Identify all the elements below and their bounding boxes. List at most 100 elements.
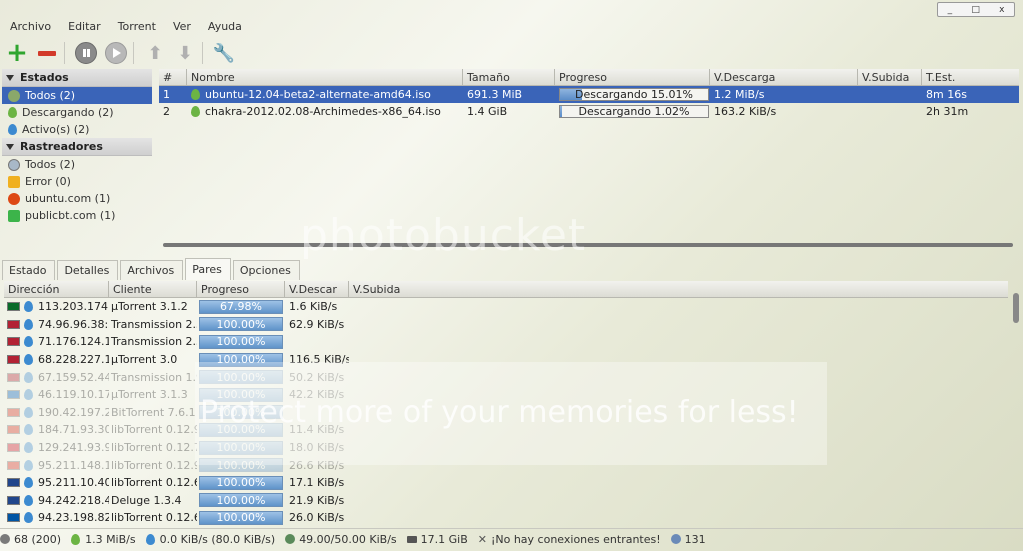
peer-client: libTorrent 0.12.9 bbox=[111, 423, 197, 437]
sidebar: Estados Todos (2) Descargando (2) Activo… bbox=[2, 69, 152, 255]
connections-icon bbox=[0, 534, 10, 544]
add-torrent-button[interactable]: + bbox=[4, 40, 30, 66]
states-header[interactable]: Estados bbox=[2, 69, 152, 87]
menu-ayuda[interactable]: Ayuda bbox=[198, 20, 249, 33]
peer-icon bbox=[24, 371, 33, 383]
torrent-table-hscrollbar[interactable] bbox=[163, 243, 1013, 247]
peer-icon bbox=[24, 301, 33, 313]
status-connections[interactable]: 68 (200) bbox=[0, 533, 61, 546]
peer-address-cell: 129.241.93.92 bbox=[4, 441, 109, 454]
tracker-item-todos[interactable]: Todos (2) bbox=[2, 156, 152, 173]
plus-icon: + bbox=[6, 38, 28, 68]
torrent-size: 1.4 GiB bbox=[467, 105, 508, 118]
status-nodes: 131 bbox=[670, 533, 706, 546]
torrent-row[interactable]: 2 chakra-2012.02.08-Archimedes-x86_64.is… bbox=[159, 103, 1019, 120]
status-download[interactable]: 1.3 MiB/s bbox=[71, 533, 136, 546]
peer-row[interactable]: 74.96.96.38:5 Transmission 2.3 100.00% 62.9… bbox=[4, 316, 1008, 334]
tab-pares[interactable]: Pares bbox=[185, 258, 231, 280]
peer-row[interactable]: 71.176.124.16Transmission 2.3 100.00% bbox=[4, 333, 1008, 351]
peer-address-cell: 71.176.124.16 bbox=[4, 335, 109, 348]
col-client[interactable]: Cliente bbox=[109, 281, 197, 297]
torrent-down-speed: 163.2 KiB/s bbox=[714, 105, 777, 118]
peer-client: µTorrent 3.1.2 bbox=[111, 300, 188, 314]
col-eta[interactable]: T.Est. bbox=[922, 69, 1019, 85]
torrent-name: chakra-2012.02.08-Archimedes-x86_64.iso bbox=[205, 105, 441, 118]
peer-row[interactable]: 113.203.174.1µTorrent 3.1.2 67.98% 1.6 KiB… bbox=[4, 298, 1008, 316]
pause-button[interactable] bbox=[73, 40, 99, 66]
preferences-button[interactable]: 🔧 bbox=[211, 40, 237, 66]
peer-address: 129.241.93.92 bbox=[38, 441, 109, 455]
torrent-eta: 8m 16s bbox=[926, 88, 967, 101]
peer-client: BitTorrent 7.6.1 bbox=[111, 405, 196, 419]
dht-nodes-icon bbox=[670, 534, 681, 544]
sidebar-item-activos[interactable]: Activo(s) (2) bbox=[2, 121, 152, 138]
col-peer-progress[interactable]: Progreso bbox=[197, 281, 285, 297]
resume-button[interactable] bbox=[103, 40, 129, 66]
peer-address: 184.71.93.30: bbox=[38, 423, 109, 437]
trackers-header[interactable]: Rastreadores bbox=[2, 138, 152, 156]
peer-icon bbox=[24, 512, 33, 524]
peer-address: 74.96.96.38:5 bbox=[38, 317, 109, 331]
peer-client: libTorrent 0.12.6 bbox=[111, 476, 197, 490]
sidebar-item-descargando[interactable]: Descargando (2) bbox=[2, 104, 152, 121]
tab-archivos[interactable]: Archivos bbox=[120, 260, 184, 280]
tracker-item-error[interactable]: Error (0) bbox=[2, 173, 152, 190]
peer-progress-cell: 100.00% bbox=[197, 334, 285, 349]
torrent-progress-cell: Descargando 15.01% bbox=[555, 88, 710, 101]
col-up-speed[interactable]: V.Subida bbox=[858, 69, 922, 85]
col-peer-down[interactable]: V.Descar bbox=[285, 281, 349, 297]
queue-up-button[interactable]: ⬆ bbox=[142, 40, 168, 66]
menu-ver[interactable]: Ver bbox=[163, 20, 198, 33]
details-tabs: Estado Detalles Archivos Pares Opciones bbox=[2, 258, 1019, 280]
torrent-number: 1 bbox=[163, 88, 170, 101]
maximize-button[interactable]: □ bbox=[971, 5, 980, 15]
torrent-row[interactable]: 1 ubuntu-12.04-beta2-alternate-amd64.iso… bbox=[159, 86, 1019, 103]
peer-progress-bar: 100.00% bbox=[199, 493, 283, 508]
col-down-speed[interactable]: V.Descarga bbox=[710, 69, 858, 85]
progress-text: Descargando 15.01% bbox=[575, 88, 693, 101]
peer-address: 95.211.148.17 bbox=[38, 458, 109, 472]
country-flag-icon bbox=[7, 390, 20, 400]
peer-row[interactable]: 94.242.218.40Deluge 1.3.4 100.00% 21.9 KiB… bbox=[4, 492, 1008, 510]
peer-client: libTorrent 0.12.9 bbox=[111, 458, 197, 472]
country-flag-icon bbox=[7, 460, 20, 470]
scroll-thumb[interactable] bbox=[1013, 293, 1019, 323]
peers-vscrollbar[interactable] bbox=[1012, 281, 1020, 527]
menubar: Archivo Editar Torrent Ver Ayuda bbox=[0, 16, 1023, 36]
tracker-item-ubuntu[interactable]: ubuntu.com (1) bbox=[2, 190, 152, 207]
minus-icon bbox=[38, 50, 56, 56]
torrent-size: 691.3 MiB bbox=[467, 88, 523, 101]
peer-address-cell: 95.211.148.17 bbox=[4, 459, 109, 472]
peer-address-cell: 74.96.96.38:5 bbox=[4, 318, 109, 331]
col-name[interactable]: Nombre bbox=[187, 69, 463, 85]
menu-editar[interactable]: Editar bbox=[58, 20, 108, 33]
close-button[interactable]: x bbox=[999, 5, 1004, 15]
menu-archivo[interactable]: Archivo bbox=[0, 20, 58, 33]
tracker-item-publicbt[interactable]: publicbt.com (1) bbox=[2, 207, 152, 224]
peer-row[interactable]: 95.211.10.40: libTorrent 0.12.6 100.00% 17.… bbox=[4, 474, 1008, 492]
tab-estado[interactable]: Estado bbox=[2, 260, 56, 280]
menu-torrent[interactable]: Torrent bbox=[108, 20, 163, 33]
torrent-eta: 2h 31m bbox=[926, 105, 969, 118]
tab-detalles[interactable]: Detalles bbox=[57, 260, 119, 280]
torrent-progress-cell: Descargando 1.02% bbox=[555, 105, 710, 118]
download-icon bbox=[8, 107, 17, 118]
col-address[interactable]: Dirección bbox=[4, 281, 109, 297]
sidebar-item-todos[interactable]: Todos (2) bbox=[2, 87, 152, 104]
peer-address: 113.203.174.1 bbox=[38, 300, 109, 314]
remove-torrent-button[interactable] bbox=[34, 40, 60, 66]
col-number[interactable]: # bbox=[159, 69, 187, 85]
tab-opciones[interactable]: Opciones bbox=[232, 260, 300, 280]
peer-icon bbox=[24, 494, 33, 506]
col-progress[interactable]: Progreso bbox=[555, 69, 710, 85]
peer-icon bbox=[24, 389, 33, 401]
status-dht[interactable]: 49.00/50.00 KiB/s bbox=[285, 533, 397, 546]
status-upload[interactable]: 0.0 KiB/s (80.0 KiB/s) bbox=[145, 533, 275, 546]
queue-down-button[interactable]: ⬇ bbox=[172, 40, 198, 66]
col-size[interactable]: Tamaño bbox=[463, 69, 555, 85]
col-peer-up[interactable]: V.Subida bbox=[349, 281, 1008, 297]
peer-row[interactable]: 94.23.198.82: libTorrent 0.12.6 100.00% 26.… bbox=[4, 509, 1008, 527]
minimize-button[interactable]: _ bbox=[948, 5, 953, 15]
active-icon bbox=[8, 124, 17, 135]
torrent-table: # Nombre Tamaño Progreso V.Descarga V.Su… bbox=[159, 69, 1019, 252]
